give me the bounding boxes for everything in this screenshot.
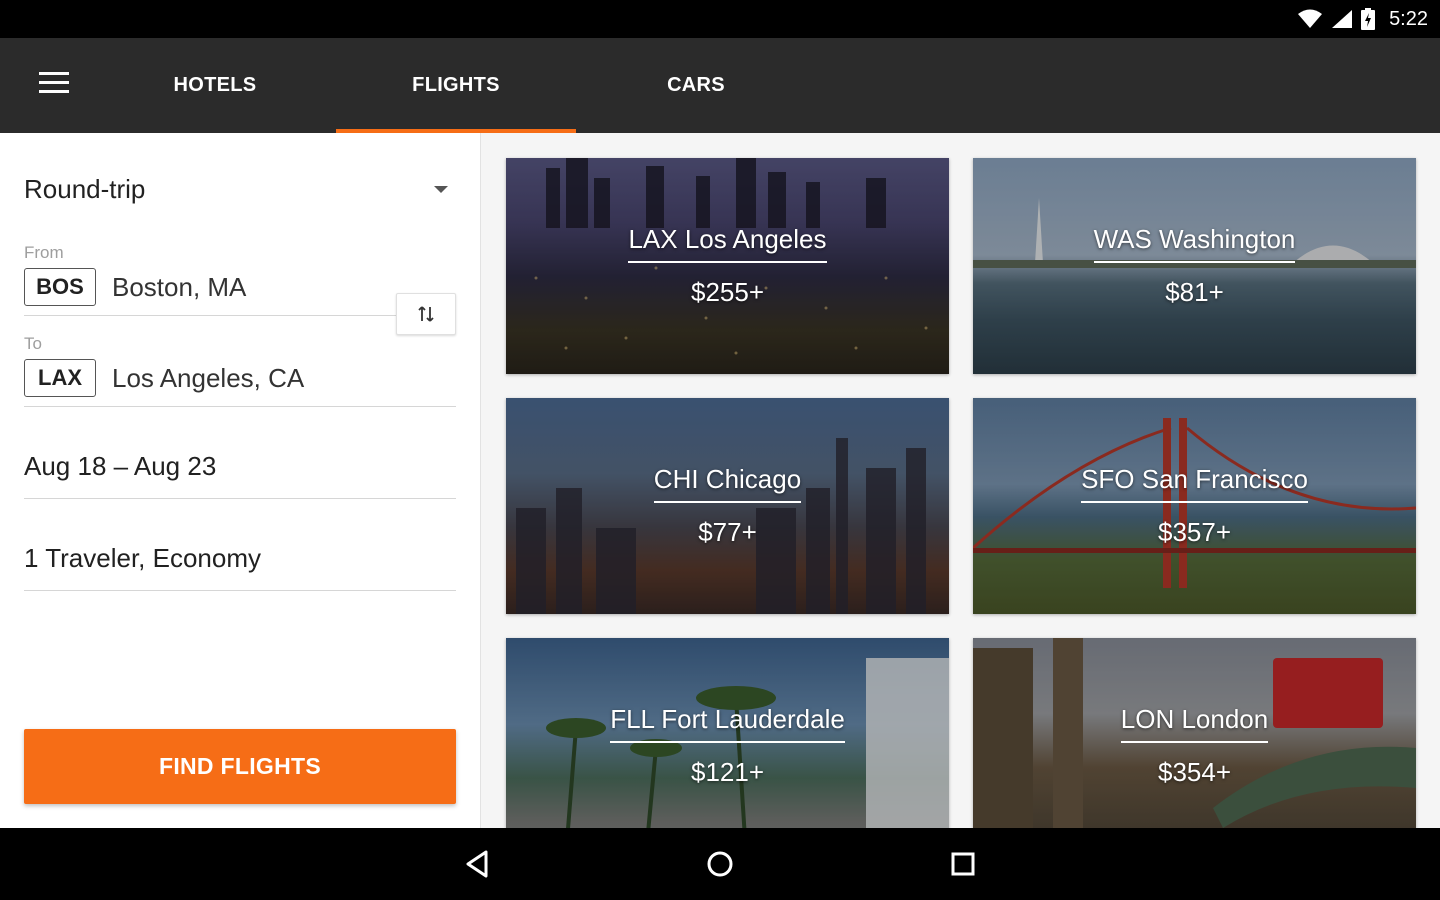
divider bbox=[24, 498, 456, 499]
destination-name: LON London bbox=[1120, 704, 1269, 743]
clock: 5:22 bbox=[1389, 7, 1428, 30]
swap-button[interactable] bbox=[396, 293, 456, 335]
status-bar: 5:22 bbox=[0, 0, 1440, 38]
flight-search-panel: Round-trip From BOS Boston, MA To LAX Lo… bbox=[0, 133, 481, 828]
destination-card-was[interactable]: WAS Washington $81+ bbox=[973, 158, 1416, 374]
destination-card-fll[interactable]: FLL Fort Lauderdale $121+ bbox=[506, 638, 949, 854]
divider bbox=[24, 590, 456, 591]
system-nav-bar bbox=[0, 828, 1440, 900]
main-content: Round-trip From BOS Boston, MA To LAX Lo… bbox=[0, 133, 1440, 854]
chevron-down-icon bbox=[434, 185, 448, 193]
destination-card-lax[interactable]: LAX Los Angeles $255+ bbox=[506, 158, 949, 374]
hamburger-menu-icon[interactable] bbox=[36, 72, 72, 100]
destination-price: $77+ bbox=[698, 517, 757, 547]
destination-price: $81+ bbox=[1165, 277, 1224, 307]
destination-name: LAX Los Angeles bbox=[628, 224, 827, 263]
divider bbox=[24, 315, 396, 316]
from-code[interactable]: BOS bbox=[24, 268, 96, 306]
destination-name: FLL Fort Lauderdale bbox=[610, 704, 845, 743]
destination-price: $121+ bbox=[690, 757, 765, 787]
home-icon[interactable] bbox=[702, 846, 738, 882]
recents-icon[interactable] bbox=[945, 846, 981, 882]
signal-icon bbox=[1332, 10, 1353, 28]
to-label: To bbox=[24, 334, 42, 353]
destination-card-lon[interactable]: LON London $354+ bbox=[973, 638, 1416, 854]
destination-name: CHI Chicago bbox=[653, 464, 802, 503]
travelers-field[interactable]: 1 Traveler, Economy bbox=[24, 543, 261, 574]
to-city[interactable]: Los Angeles, CA bbox=[112, 363, 304, 394]
from-city[interactable]: Boston, MA bbox=[112, 272, 246, 303]
destination-price: $357+ bbox=[1157, 517, 1232, 547]
destination-name: WAS Washington bbox=[1093, 224, 1296, 263]
wifi-icon bbox=[1298, 9, 1323, 28]
tab-hotels[interactable]: HOTELS bbox=[95, 38, 335, 133]
tab-flights[interactable]: FLIGHTS bbox=[336, 38, 576, 133]
destination-price: $255+ bbox=[690, 277, 765, 307]
destination-card-chi[interactable]: CHI Chicago $77+ bbox=[506, 398, 949, 614]
find-flights-button[interactable]: FIND FLIGHTS bbox=[24, 729, 456, 804]
swap-vertical-icon bbox=[418, 306, 434, 322]
destination-price: $354+ bbox=[1157, 757, 1232, 787]
status-icons: 5:22 bbox=[1297, 0, 1428, 38]
destination-name: SFO San Francisco bbox=[1081, 464, 1308, 503]
to-code[interactable]: LAX bbox=[24, 359, 96, 397]
back-icon[interactable] bbox=[460, 846, 496, 882]
divider bbox=[24, 406, 456, 407]
destination-card-sfo[interactable]: SFO San Francisco $357+ bbox=[973, 398, 1416, 614]
from-label: From bbox=[24, 243, 64, 262]
tab-cars[interactable]: CARS bbox=[576, 38, 816, 133]
date-range-field[interactable]: Aug 18 – Aug 23 bbox=[24, 451, 216, 482]
app-bar: HOTELS FLIGHTS CARS bbox=[0, 38, 1440, 133]
trip-type-dropdown[interactable]: Round-trip bbox=[24, 169, 456, 209]
trip-type-label: Round-trip bbox=[24, 173, 146, 204]
battery-charging-icon bbox=[1361, 8, 1376, 30]
